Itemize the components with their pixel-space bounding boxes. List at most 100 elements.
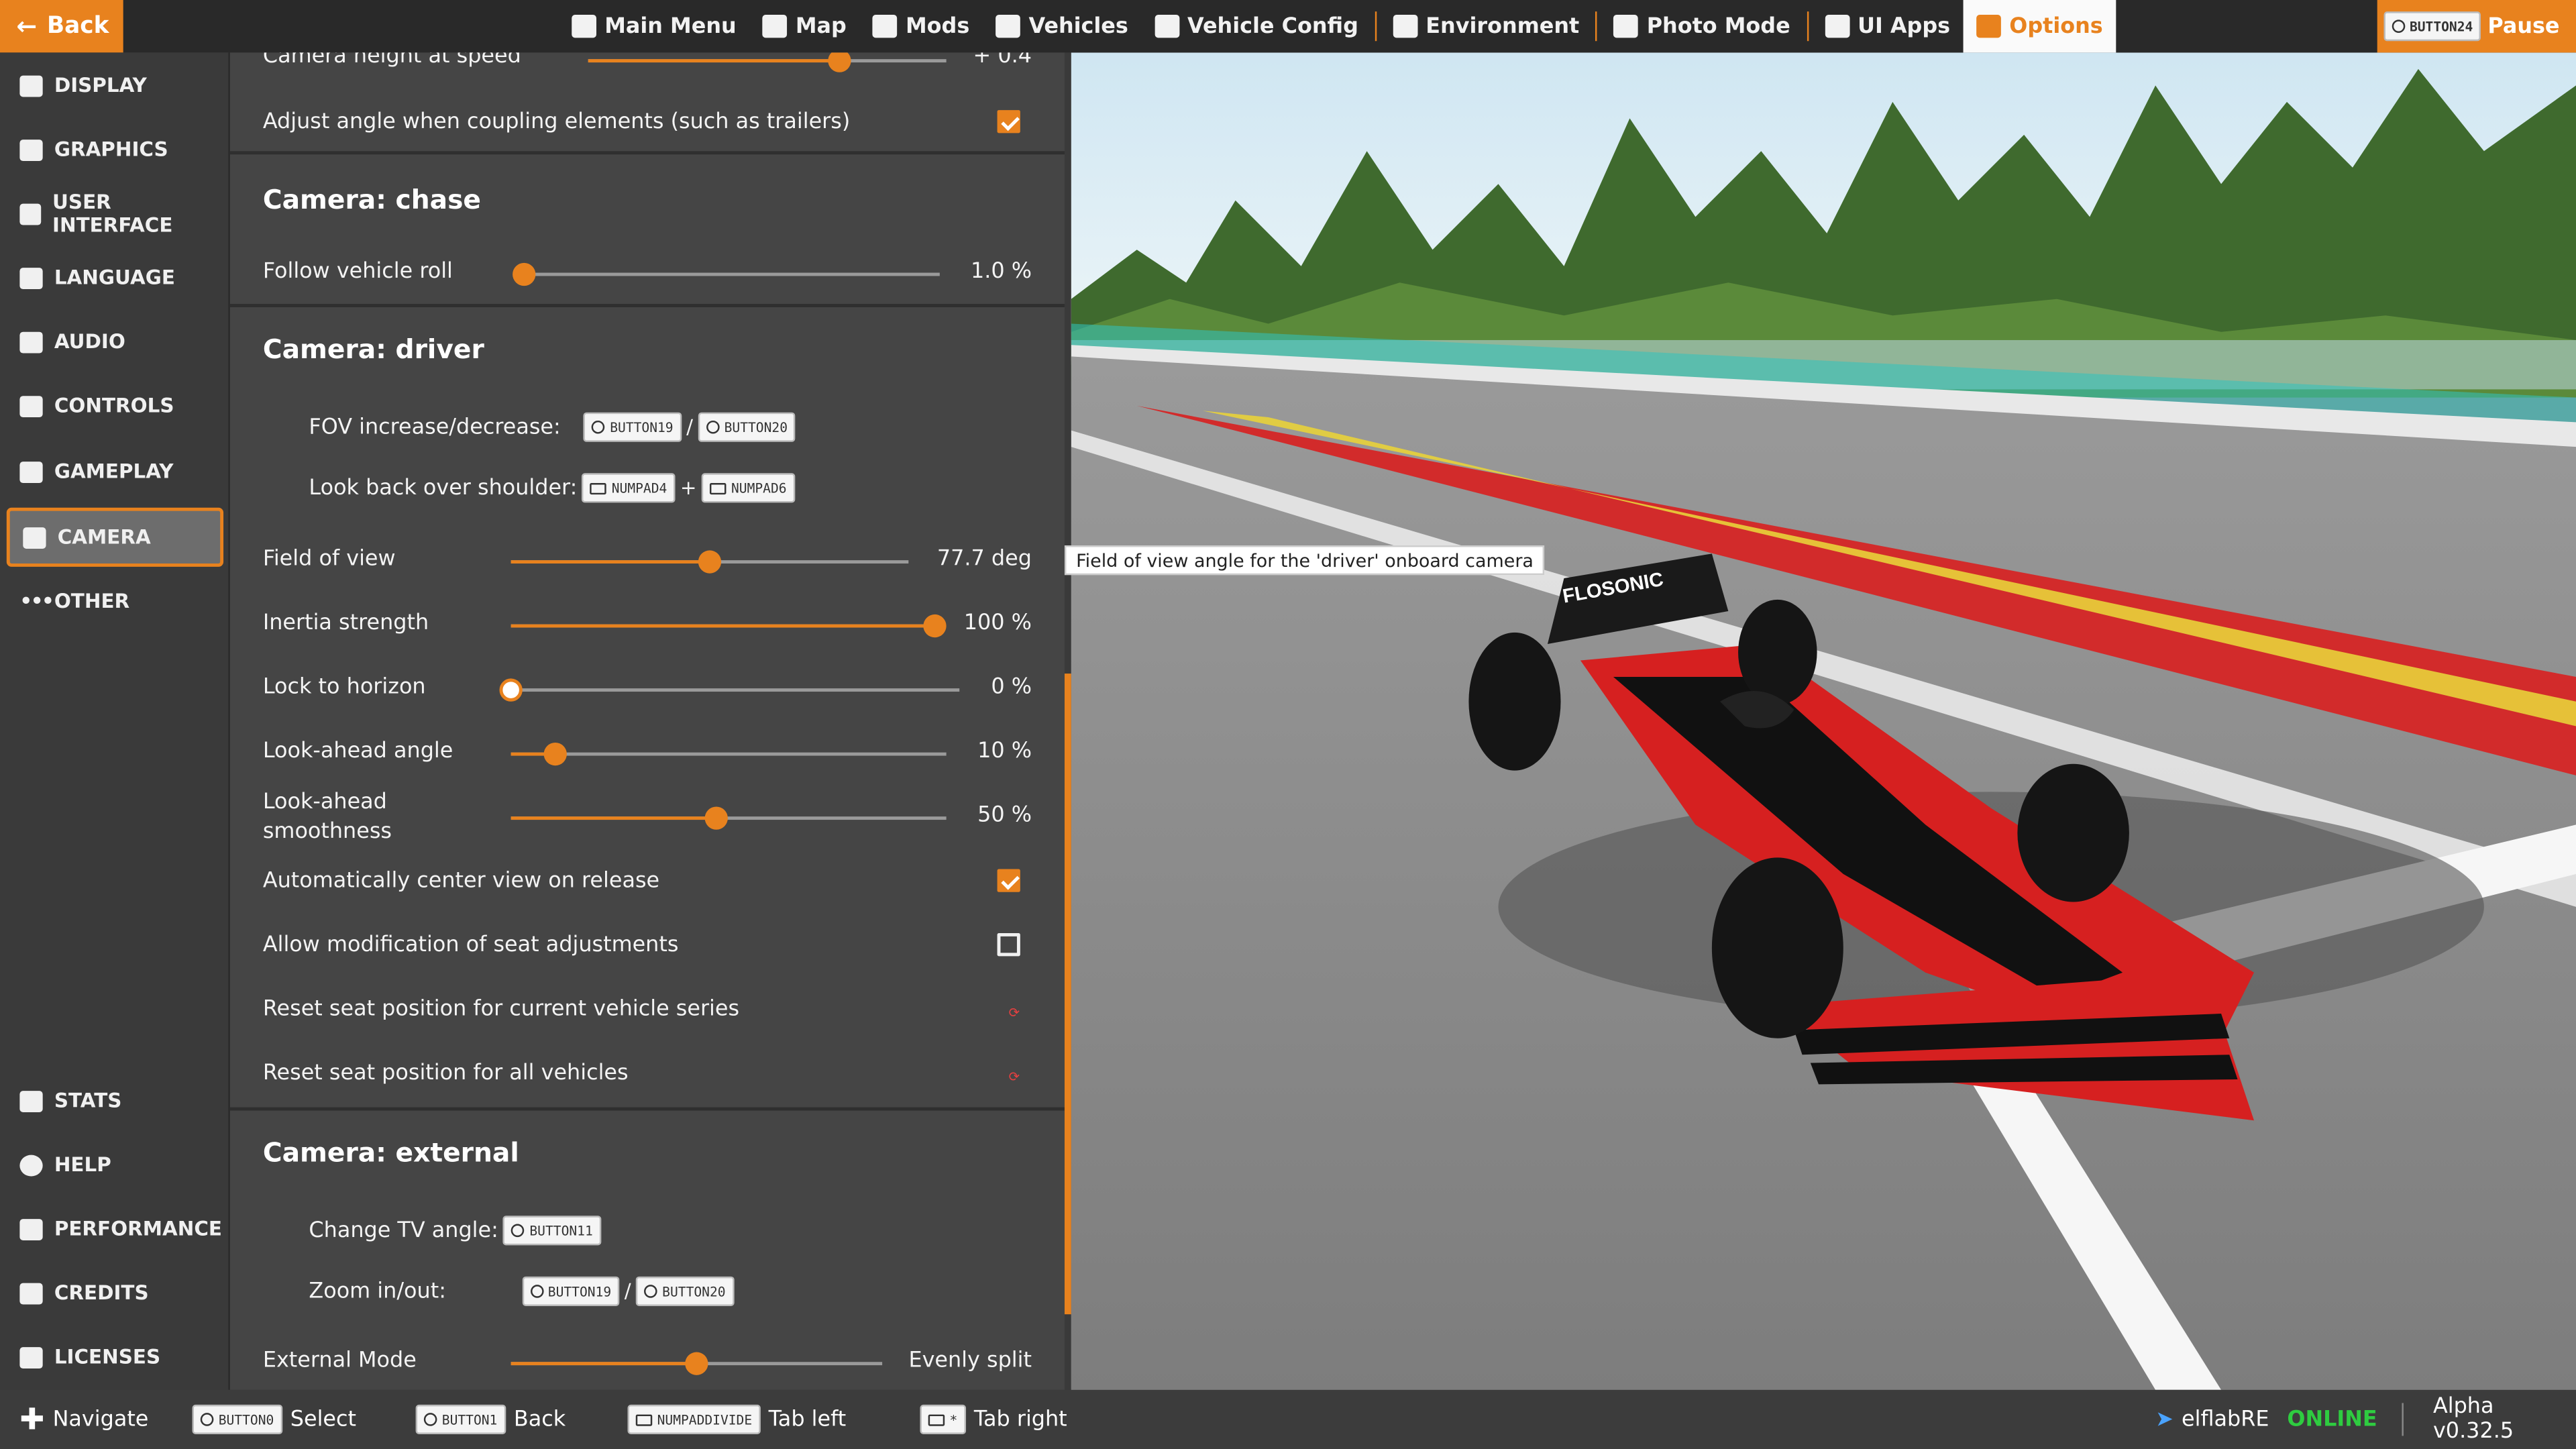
select-hint[interactable]: BUTTON0 Select bbox=[192, 1404, 356, 1434]
setting-tooltip: Field of view angle for the 'driver' onb… bbox=[1064, 545, 1546, 576]
sidebar-item-performance[interactable]: PERFORMANCE bbox=[7, 1199, 223, 1258]
reset-icon[interactable]: ⟳ bbox=[1009, 1006, 1032, 1020]
zoom-key-b[interactable]: BUTTON20 bbox=[635, 1276, 734, 1306]
video-icon bbox=[23, 526, 46, 548]
camera-height-value: + 0.4 bbox=[973, 52, 1032, 69]
sidebar-item-controls[interactable]: CONTROLS bbox=[7, 376, 223, 435]
auto-center-checkbox[interactable] bbox=[997, 869, 1020, 892]
look-back-key-b[interactable]: NUMPAD6 bbox=[701, 473, 795, 503]
sidebar-item-credits[interactable]: CREDITS bbox=[7, 1263, 223, 1322]
sidebar-item-other[interactable]: ••• OTHER bbox=[7, 572, 223, 631]
back-hint[interactable]: BUTTON1 Back bbox=[415, 1404, 566, 1434]
select-key: BUTTON0 bbox=[192, 1404, 282, 1434]
adjust-angle-label: Adjust angle when coupling elements (suc… bbox=[262, 110, 851, 135]
auto-center-label: Automatically center view on release bbox=[262, 869, 660, 894]
menu-main-menu[interactable]: Main Menu bbox=[559, 0, 750, 52]
online-service-icon: ➤ bbox=[2155, 1407, 2174, 1432]
zoom-label: Zoom in/out: bbox=[309, 1279, 446, 1304]
slider-thumb[interactable] bbox=[543, 742, 566, 766]
image-icon bbox=[19, 138, 43, 160]
back-button[interactable]: ← Back bbox=[0, 0, 123, 53]
fov-key-b[interactable]: BUTTON20 bbox=[698, 412, 796, 442]
sidebar-item-help[interactable]: HELP bbox=[7, 1135, 223, 1194]
puzzle-icon bbox=[19, 460, 43, 482]
binding-separator: / bbox=[686, 415, 694, 439]
sidebar-item-camera[interactable]: CAMERA bbox=[6, 507, 224, 567]
tab-left-key: NUMPADDIVIDE bbox=[627, 1404, 761, 1434]
tab-left-hint[interactable]: NUMPADDIVIDE Tab left bbox=[627, 1404, 846, 1434]
reset-all-label[interactable]: Reset seat position for all vehicles bbox=[263, 1061, 629, 1086]
tv-angle-key[interactable]: BUTTON11 bbox=[503, 1216, 601, 1246]
look-back-key-a[interactable]: NUMPAD4 bbox=[582, 473, 676, 503]
menu-label: UI Apps bbox=[1858, 13, 1951, 39]
sidebar-item-label: LANGUAGE bbox=[54, 266, 175, 290]
keyboard-icon bbox=[635, 1413, 653, 1426]
menu-ui-apps[interactable]: UI Apps bbox=[1812, 0, 1964, 52]
lookahead-smooth-value: 50 % bbox=[977, 803, 1032, 828]
menu-environment[interactable]: Environment bbox=[1380, 0, 1593, 52]
gamepad-button-icon bbox=[529, 1285, 543, 1298]
menu-options[interactable]: Options bbox=[1963, 0, 2116, 53]
camera-height-slider[interactable] bbox=[588, 52, 947, 72]
menu-divider bbox=[1375, 11, 1377, 42]
monitor-icon bbox=[19, 74, 43, 97]
sidebar-item-label: AUDIO bbox=[54, 330, 125, 354]
adjust-angle-checkbox[interactable] bbox=[997, 110, 1020, 133]
follow-roll-slider[interactable] bbox=[513, 262, 940, 286]
horizon-slider[interactable] bbox=[499, 678, 960, 702]
pause-button[interactable]: BUTTON24 Pause bbox=[2376, 0, 2576, 53]
gamepad-button-icon bbox=[200, 1413, 214, 1426]
sidebar-item-user-interface[interactable]: USER INTERFACE bbox=[7, 184, 223, 243]
zoom-key-a[interactable]: BUTTON19 bbox=[521, 1276, 620, 1306]
panel-scrollbar[interactable] bbox=[1064, 674, 1071, 1315]
slider-thumb[interactable] bbox=[698, 550, 722, 574]
lookahead-angle-slider[interactable] bbox=[511, 742, 947, 766]
slider-thumb[interactable] bbox=[827, 52, 851, 72]
inertia-slider[interactable] bbox=[511, 614, 947, 638]
tab-right-hint[interactable]: * Tab right bbox=[920, 1404, 1067, 1434]
sidebar-item-audio[interactable]: AUDIO bbox=[7, 312, 223, 371]
horizon-value: 0 % bbox=[991, 675, 1032, 700]
reset-series-label[interactable]: Reset seat position for current vehicle … bbox=[263, 998, 739, 1022]
external-mode-label: External Mode bbox=[262, 1348, 417, 1374]
sidebar-item-label: PERFORMANCE bbox=[54, 1217, 222, 1240]
sidebar-item-licenses[interactable]: LICENSES bbox=[7, 1328, 223, 1387]
sidebar-item-display[interactable]: DISPLAY bbox=[7, 56, 223, 115]
reset-icon[interactable]: ⟳ bbox=[1009, 1069, 1032, 1084]
lookahead-smooth-slider[interactable] bbox=[511, 806, 947, 830]
menu-map[interactable]: Map bbox=[749, 0, 859, 52]
fov-key-a[interactable]: BUTTON19 bbox=[584, 412, 682, 442]
slider-thumb[interactable] bbox=[923, 614, 947, 638]
slider-thumb[interactable] bbox=[704, 806, 727, 830]
help-icon bbox=[19, 1154, 43, 1176]
slider-thumb[interactable] bbox=[499, 678, 523, 702]
apps-icon bbox=[1825, 15, 1849, 38]
sidebar-item-gameplay[interactable]: GAMEPLAY bbox=[7, 442, 223, 501]
menu-label: Photo Mode bbox=[1646, 13, 1790, 39]
slider-thumb[interactable] bbox=[513, 262, 536, 286]
gamepad-button-icon bbox=[511, 1224, 525, 1238]
online-status: ONLINE bbox=[2287, 1407, 2377, 1432]
fov-value: 77.7 deg bbox=[936, 547, 1032, 572]
menu-vehicle-config[interactable]: Vehicle Config bbox=[1141, 0, 1371, 52]
external-mode-slider[interactable] bbox=[511, 1352, 883, 1375]
seat-mod-checkbox[interactable] bbox=[997, 933, 1020, 957]
gamepad-icon bbox=[19, 394, 43, 417]
key-text: * bbox=[949, 1411, 958, 1427]
sidebar-item-language[interactable]: LANGUAGE bbox=[7, 248, 223, 307]
keyboard-icon bbox=[928, 1413, 945, 1426]
slider-thumb[interactable] bbox=[685, 1352, 708, 1375]
menu-photo-mode[interactable]: Photo Mode bbox=[1601, 0, 1803, 52]
fov-slider[interactable] bbox=[511, 550, 909, 574]
clipboard-icon bbox=[19, 1346, 43, 1368]
seat-mod-label: Allow modification of seat adjustments bbox=[262, 933, 679, 958]
sidebar-item-stats[interactable]: STATS bbox=[7, 1071, 223, 1130]
window-icon bbox=[19, 203, 41, 225]
key-text: BUTTON20 bbox=[724, 419, 788, 435]
map-icon bbox=[762, 15, 788, 38]
sidebar-item-graphics[interactable]: GRAPHICS bbox=[7, 120, 223, 179]
menu-vehicles[interactable]: Vehicles bbox=[983, 0, 1142, 52]
menu-mods[interactable]: Mods bbox=[859, 0, 982, 52]
version-label: Alpha v0.32.5 bbox=[2432, 1395, 2514, 1444]
external-mode-value: Evenly split bbox=[908, 1348, 1032, 1374]
